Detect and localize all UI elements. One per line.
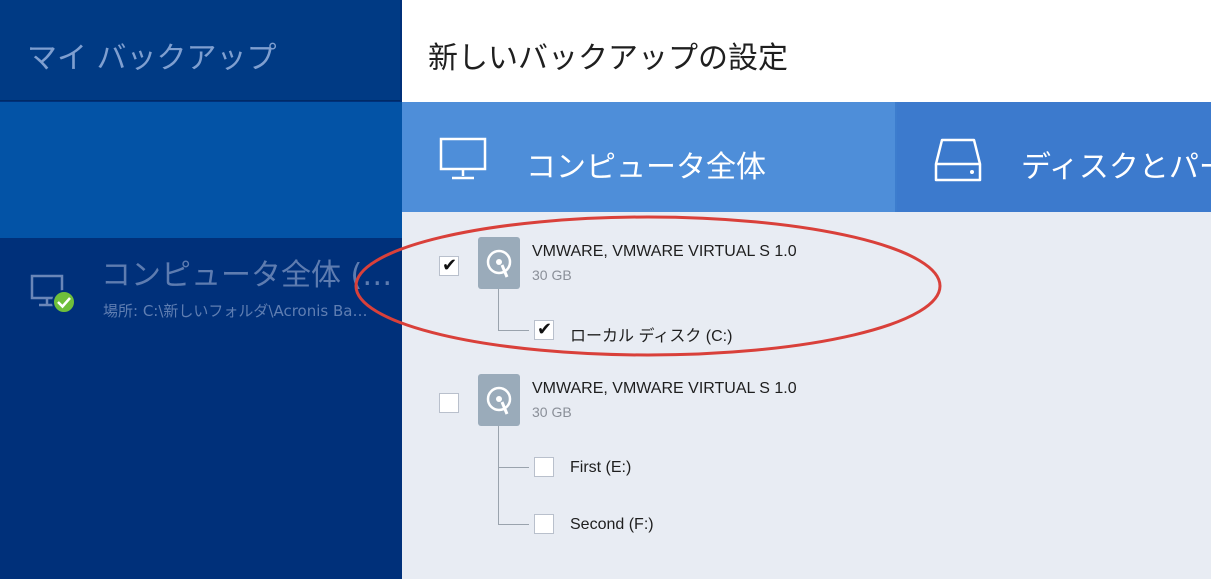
page-title: 新しいバックアップの設定: [428, 41, 788, 76]
disk-icon: [478, 237, 520, 289]
tab-entire-computer-label: コンピュータ全体: [526, 150, 766, 185]
partition-c-checkbox[interactable]: ✔: [534, 319, 554, 340]
disk-2-checkbox[interactable]: [439, 393, 459, 413]
computer-status-icon: [30, 270, 80, 320]
tree-connector: [498, 289, 529, 331]
backup-item-title: コンピュータ全体 (…: [101, 258, 393, 293]
partition-e-checkbox[interactable]: [534, 457, 554, 477]
partition-f-checkbox[interactable]: [534, 514, 554, 534]
backup-item-location: 場所: C:\新しいフォルダ\Acronis Ba…: [103, 302, 368, 320]
partition-c-label: ローカル ディスク (C:): [570, 328, 733, 345]
disk-2-name: VMWARE, VMWARE VIRTUAL S 1.0: [532, 380, 797, 397]
disk-1-checkbox[interactable]: ✔: [439, 255, 459, 276]
tab-disks-partitions[interactable]: ディスクとパー: [897, 102, 1211, 212]
sidebar-selected-item[interactable]: [0, 102, 402, 238]
monitor-icon: [438, 136, 490, 186]
disk-icon: [478, 374, 520, 426]
tab-disks-partitions-label: ディスクとパー: [1021, 150, 1211, 185]
partition-f-label: Second (F:): [570, 516, 654, 533]
disk-2-size: 30 GB: [532, 404, 572, 420]
tree-connector: [498, 426, 529, 468]
disk-1-size: 30 GB: [532, 267, 572, 283]
partition-e-label: First (E:): [570, 459, 632, 476]
tree-connector: [498, 467, 529, 525]
sidebar-title: マイ バックアップ: [27, 41, 277, 76]
disk-1-name: VMWARE, VMWARE VIRTUAL S 1.0: [532, 243, 797, 260]
hard-drive-icon: [933, 136, 985, 190]
tab-entire-computer[interactable]: コンピュータ全体: [402, 102, 895, 212]
